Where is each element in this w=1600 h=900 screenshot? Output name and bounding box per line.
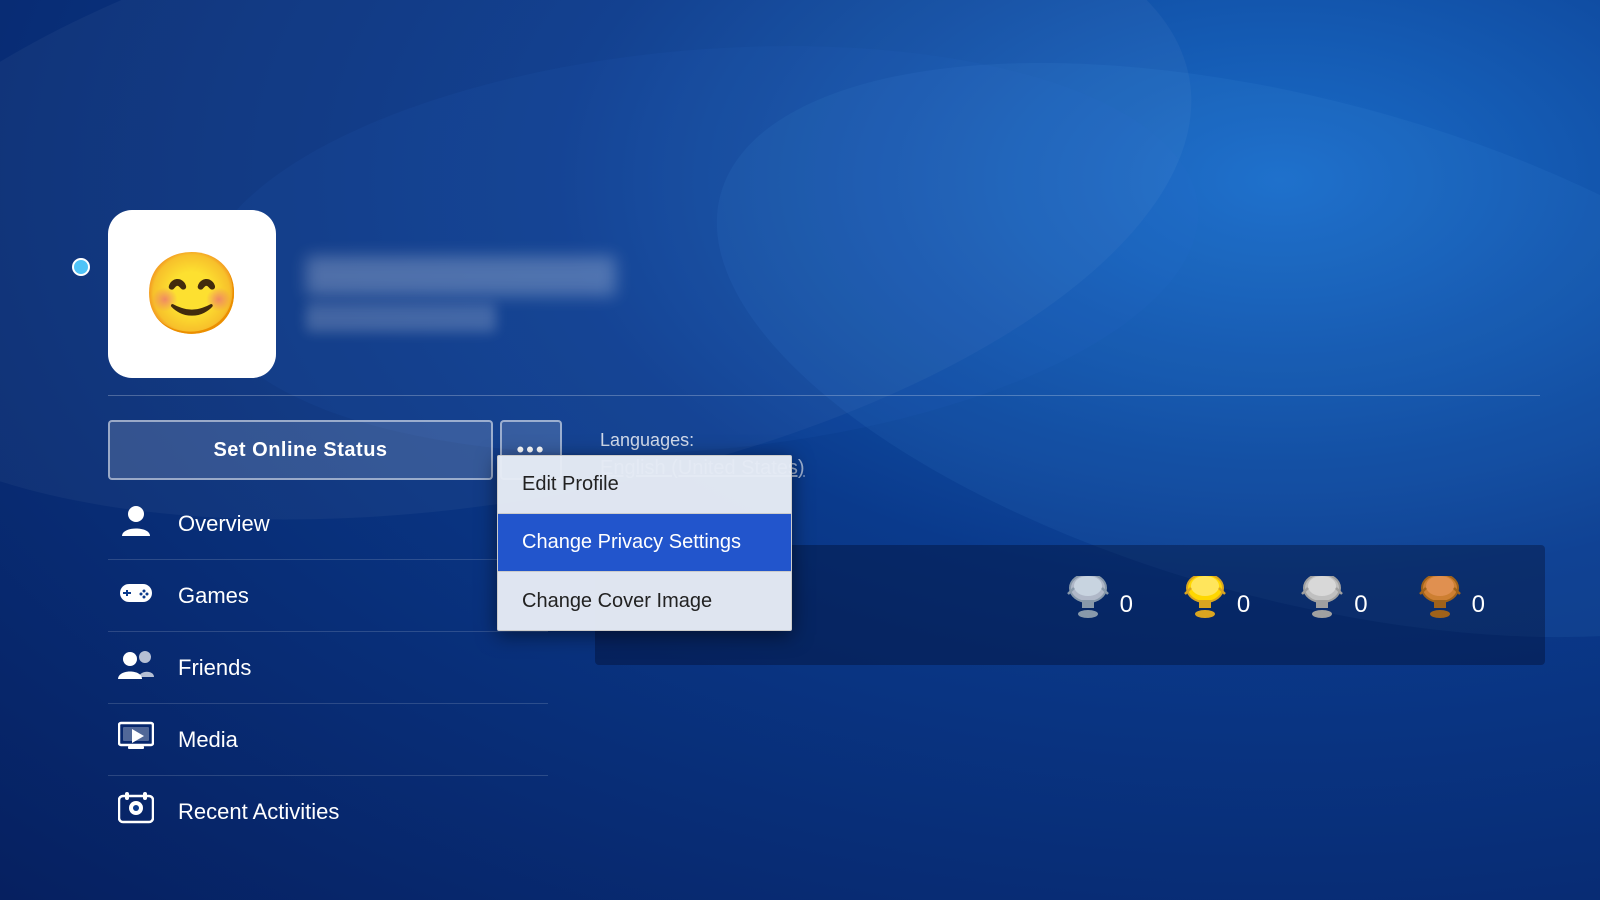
avatar-emoji: 😊	[142, 254, 242, 334]
trophy-gold: 0	[1183, 576, 1250, 634]
sidebar-item-overview[interactable]: Overview	[108, 488, 548, 560]
silver-count: 0	[1354, 591, 1367, 619]
dropdown-item-change-cover[interactable]: Change Cover Image	[498, 572, 791, 630]
divider	[108, 395, 1540, 396]
set-online-status-button[interactable]: Set Online Status	[108, 420, 493, 480]
edit-profile-label: Edit Profile	[522, 473, 619, 496]
friends-label: Friends	[178, 655, 251, 681]
recent-activities-label: Recent Activities	[178, 799, 339, 825]
bronze-trophy-icon	[1418, 576, 1462, 634]
change-cover-label: Change Cover Image	[522, 590, 712, 613]
profile-name	[306, 256, 616, 296]
sidebar-item-friends[interactable]: Friends	[108, 632, 548, 704]
online-status-indicator	[72, 258, 90, 276]
gold-trophy-icon	[1183, 576, 1227, 634]
main-content: 😊 Set Online Status Overview	[0, 0, 1600, 900]
avatar: 😊	[108, 210, 276, 378]
friends-icon	[116, 647, 156, 689]
bronze-count: 0	[1472, 591, 1485, 619]
dropdown-menu: Edit Profile Change Privacy Settings Cha…	[497, 455, 792, 631]
sidebar-item-games[interactable]: Games	[108, 560, 548, 632]
media-label: Media	[178, 727, 238, 753]
profile-info	[306, 256, 616, 332]
profile-sub	[306, 304, 496, 332]
profile-section: 😊	[108, 210, 616, 378]
gold-count: 0	[1237, 591, 1250, 619]
person-icon	[116, 502, 156, 546]
sidebar-item-recent-activities[interactable]: Recent Activities	[108, 776, 548, 848]
trophy-silver: 0	[1300, 576, 1367, 634]
platinum-count: 0	[1120, 591, 1133, 619]
platinum-trophy-icon	[1066, 576, 1110, 634]
overview-label: Overview	[178, 511, 270, 537]
change-privacy-label: Change Privacy Settings	[522, 531, 741, 554]
games-label: Games	[178, 583, 249, 609]
trophy-bronze: 0	[1418, 576, 1485, 634]
silver-trophy-icon	[1300, 576, 1344, 634]
trophy-platinum: 0	[1066, 576, 1133, 634]
languages-label: Languages:	[600, 430, 1540, 451]
dropdown-item-change-privacy[interactable]: Change Privacy Settings	[498, 514, 791, 572]
sidebar-item-media[interactable]: Media	[108, 704, 548, 776]
dropdown-item-edit-profile[interactable]: Edit Profile	[498, 456, 791, 514]
left-menu: Set Online Status Overview	[108, 420, 548, 848]
gamepad-icon	[116, 577, 156, 614]
media-icon	[116, 721, 156, 759]
recent-activities-icon	[116, 790, 156, 834]
